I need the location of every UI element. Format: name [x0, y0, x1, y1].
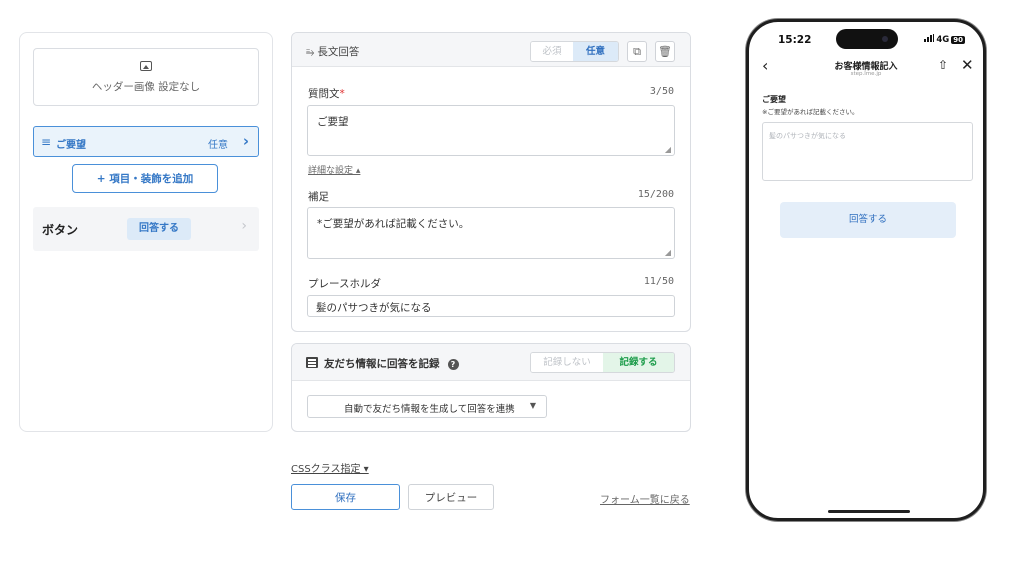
signal-icon: [924, 34, 935, 42]
card-header: 友だち情報に回答を記録? 記録しない 記録する: [292, 344, 690, 381]
supplement-textarea[interactable]: *ご要望があれば記載ください。 ◢: [307, 207, 675, 259]
network-label: 4G: [936, 35, 950, 45]
dynamic-island: [836, 29, 898, 49]
button-row-label: ボタン: [42, 223, 79, 237]
card-header: ⥱ 長文回答 必須 任意 ⧉ 🗑: [292, 33, 690, 67]
trash-icon[interactable]: 🗑: [655, 41, 675, 62]
optional-option[interactable]: 任意: [573, 42, 618, 61]
card-title: 友だち情報に回答を記録?: [306, 356, 459, 371]
link-mode-select[interactable]: 自動で友だち情報を生成して回答を連携 ▼: [307, 395, 547, 418]
status-time: 15:22: [778, 34, 812, 46]
copy-icon[interactable]: ⧉: [627, 41, 647, 62]
css-class-link-text: CSSクラス指定: [291, 464, 361, 475]
record-off-option[interactable]: 記録しない: [531, 353, 603, 372]
form-item-request[interactable]: ≡ ご要望 任意 ›: [33, 126, 259, 157]
placeholder-input[interactable]: 髪のパサつきが気になる: [307, 295, 675, 317]
placeholder-value: 髪のパサつきが気になる: [316, 302, 432, 314]
supplement-value: *ご要望があれば記載ください。: [317, 218, 470, 230]
header-image-box[interactable]: ヘッダー画像 設定なし: [33, 48, 259, 106]
submit-button[interactable]: 回答する: [780, 202, 956, 238]
caret-down-icon: ▼: [529, 401, 536, 410]
phone-placeholder: 髪のパサつきが気になる: [769, 132, 846, 140]
card-title-text: 友だち情報に回答を記録: [324, 358, 440, 370]
question-textarea[interactable]: ご要望 ◢: [307, 105, 675, 156]
friend-info-card: 友だち情報に回答を記録? 記録しない 記録する 自動で友だち情報を生成して回答を…: [291, 343, 691, 432]
required-mark: *: [339, 88, 345, 100]
phone-field-note: ※ご要望があれば記載ください。: [762, 108, 859, 116]
css-class-link[interactable]: CSSクラス指定 ▾: [291, 460, 369, 475]
form-button-row[interactable]: ボタン 回答する ›: [33, 207, 259, 251]
resize-grip-icon[interactable]: ◢: [665, 248, 671, 257]
button-row-pill: 回答する: [127, 218, 191, 240]
header-image-label: ヘッダー画像 設定なし: [91, 81, 201, 93]
chevron-right-icon: ›: [241, 218, 247, 234]
drag-handle-icon[interactable]: ≡: [41, 135, 51, 149]
share-icon[interactable]: ⇧: [938, 58, 948, 72]
back-to-forms-link[interactable]: フォーム一覧に戻る: [600, 491, 690, 506]
question-label-text: 質問文: [308, 88, 340, 100]
detail-settings-text: 詳細な設定: [308, 166, 354, 176]
supplement-label: 補足: [308, 191, 329, 203]
form-structure-panel: ヘッダー画像 設定なし ≡ ご要望 任意 › + 項目・装飾を追加 ボタン 回答…: [19, 32, 273, 432]
status-indicators: 4G 90: [924, 34, 965, 45]
home-indicator: [828, 510, 910, 513]
battery-icon: 90: [951, 36, 965, 44]
record-toggle: 記録しない 記録する: [530, 352, 675, 373]
detail-settings-link[interactable]: 詳細な設定 ▴: [308, 163, 360, 176]
image-icon: [140, 61, 152, 71]
phone-textarea[interactable]: 髪のパサつきが気になる: [762, 122, 973, 181]
save-button[interactable]: 保存: [291, 484, 400, 510]
supplement-count: 15/200: [637, 189, 674, 200]
resize-grip-icon[interactable]: ◢: [665, 145, 671, 154]
form-item-badge: 任意: [208, 140, 228, 151]
form-item-name: ご要望: [56, 140, 86, 151]
close-icon[interactable]: ✕: [961, 56, 974, 74]
question-count: 3/50: [649, 86, 674, 97]
card-title-text: 長文回答: [317, 46, 360, 58]
help-icon[interactable]: ?: [447, 359, 459, 370]
record-on-option[interactable]: 記録する: [603, 353, 674, 372]
link-mode-value: 自動で友だち情報を生成して回答を連携: [344, 404, 515, 415]
question-label: 質問文*: [308, 86, 345, 101]
list-icon: [306, 357, 318, 368]
wrap-text-icon: ⥱: [306, 46, 315, 58]
preview-button[interactable]: プレビュー: [408, 484, 494, 510]
required-option[interactable]: 必須: [531, 42, 573, 61]
card-title: ⥱ 長文回答: [306, 44, 359, 59]
long-answer-card: ⥱ 長文回答 必須 任意 ⧉ 🗑 質問文* 3/50 ご要望 ◢ 詳細な設定 ▴ …: [291, 32, 691, 332]
placeholder-count: 11/50: [643, 276, 674, 287]
required-toggle: 必須 任意: [530, 41, 619, 62]
phone-preview: 15:22 4G 90 ‹ お客様情報記入 step.lme.jp ⇧ ✕ ご要望…: [746, 19, 986, 521]
add-item-button[interactable]: + 項目・装飾を追加: [72, 164, 218, 193]
placeholder-label: プレースホルダ: [308, 278, 381, 290]
question-value: ご要望: [317, 116, 349, 128]
phone-field-label: ご要望: [762, 95, 786, 104]
chevron-right-icon: ›: [242, 132, 249, 150]
